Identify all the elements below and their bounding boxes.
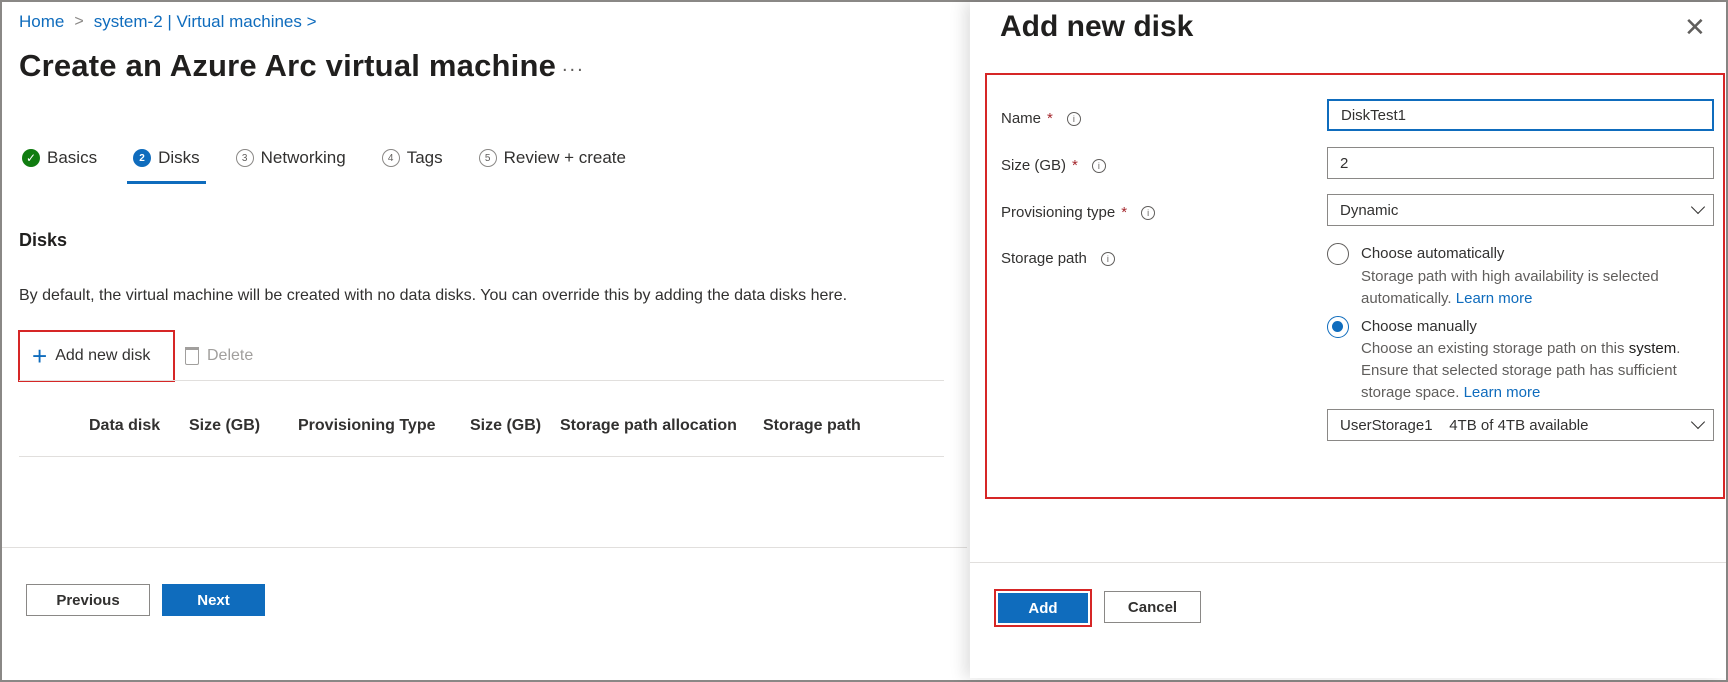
section-description: By default, the virtual machine will be … [19,287,848,304]
required-marker: * [1072,157,1078,174]
section-title: Disks [19,230,68,250]
table-divider [19,380,944,381]
breadcrumb: Home > system-2 | Virtual machines > [19,12,317,32]
storage-path-value: UserStorage1 4TB of 4TB available [1340,416,1589,434]
disks-table-header: Data disk Size (GB) Provisioning Type Si… [19,397,944,457]
add-new-disk-button[interactable]: + Add new disk [18,330,175,382]
choose-automatically-radio[interactable] [1327,243,1349,265]
step-number-icon: 5 [478,149,497,167]
breadcrumb-virtual-machines[interactable]: system-2 | Virtual machines > [94,12,317,32]
column-header-provisioning-type: Provisioning Type [298,417,436,434]
close-icon[interactable]: ✕ [1684,14,1706,40]
required-marker: * [1121,204,1128,221]
wizard-tabs: ✓ Basics 2 Disks 3 Networking 4 Tags 5 R… [22,142,662,184]
required-marker: * [1047,110,1053,127]
column-header-storage-path: Storage path [763,417,861,434]
cancel-button[interactable]: Cancel [1104,591,1201,623]
provisioning-type-label: Provisioning type * i [1001,204,1156,221]
more-options-icon[interactable]: ... [562,54,585,77]
choose-manually-radio[interactable] [1327,316,1349,338]
create-vm-pane: Home > system-2 | Virtual machines > Cre… [2,2,967,678]
provisioning-type-dropdown[interactable]: Dynamic [1327,194,1714,226]
tab-basics[interactable]: ✓ Basics [22,142,97,174]
info-icon[interactable]: i [1066,111,1081,126]
tab-label: Basics [47,148,98,167]
check-icon: ✓ [22,149,40,167]
size-label: Size (GB) * i [1001,157,1106,174]
step-number-icon: 4 [381,149,400,167]
previous-button[interactable]: Previous [26,584,150,616]
add-button-highlight: Add [994,589,1092,627]
trash-icon [185,347,199,365]
chevron-down-icon [1690,199,1706,215]
column-header-data-disk: Data disk [89,417,161,434]
learn-more-link[interactable]: Learn more [1456,290,1533,307]
step-number-icon: 3 [235,149,254,167]
delete-button[interactable]: Delete [185,347,253,365]
name-label: Name * i [1001,110,1081,127]
info-icon[interactable]: i [1091,158,1106,173]
info-icon[interactable]: i [1141,205,1156,220]
step-number-icon: 2 [133,149,152,167]
breadcrumb-home[interactable]: Home [19,12,64,32]
storage-path-label: Storage path i [1001,250,1115,267]
name-input[interactable]: DiskTest1 [1327,99,1714,131]
column-header-storage-path-allocation: Storage path allocation [560,417,737,434]
provisioning-type-value: Dynamic [1340,201,1399,219]
tab-networking[interactable]: 3 Networking [235,142,346,174]
tab-label: Tags [406,148,443,167]
page-title: Create an Azure Arc virtual machine [19,48,557,83]
size-input[interactable]: 2 [1327,147,1714,179]
tab-disks[interactable]: 2 Disks [127,142,206,184]
column-header-size: Size (GB) [189,417,261,434]
choose-manually-label[interactable]: Choose manually [1361,318,1477,335]
choose-manually-description: Choose an existing storage path on this … [1361,340,1681,401]
learn-more-link[interactable]: Learn more [1464,384,1541,401]
info-icon[interactable]: i [1100,251,1115,266]
panel-footer-divider [970,562,1726,563]
tab-label: Networking [260,148,346,167]
choose-automatically-description: Storage path with high availability is s… [1361,268,1659,307]
tab-label: Disks [158,148,200,167]
tab-review-create[interactable]: 5 Review + create [478,142,626,174]
choose-automatically-label[interactable]: Choose automatically [1361,245,1504,262]
tab-label: Review + create [503,148,626,167]
chevron-down-icon [1690,414,1706,430]
add-new-disk-label: Add new disk [55,347,151,364]
disk-toolbar: + Add new disk Delete [18,330,253,382]
panel-title: Add new disk [1000,10,1194,43]
next-button[interactable]: Next [162,584,265,616]
storage-path-dropdown[interactable]: UserStorage1 4TB of 4TB available [1327,409,1714,441]
column-header-size-2: Size (GB) [470,417,542,434]
add-button[interactable]: Add [998,593,1088,623]
tab-tags[interactable]: 4 Tags [381,142,443,174]
disk-form: Name * i DiskTest1 Size (GB) * i 2 Provision… [985,73,1725,499]
delete-label: Delete [207,347,254,364]
add-new-disk-panel: Add new disk ✕ Name * i DiskTest1 Size (GB… [970,2,1726,678]
footer-divider [2,547,967,548]
plus-icon: + [32,341,48,371]
breadcrumb-separator: > [74,13,84,30]
